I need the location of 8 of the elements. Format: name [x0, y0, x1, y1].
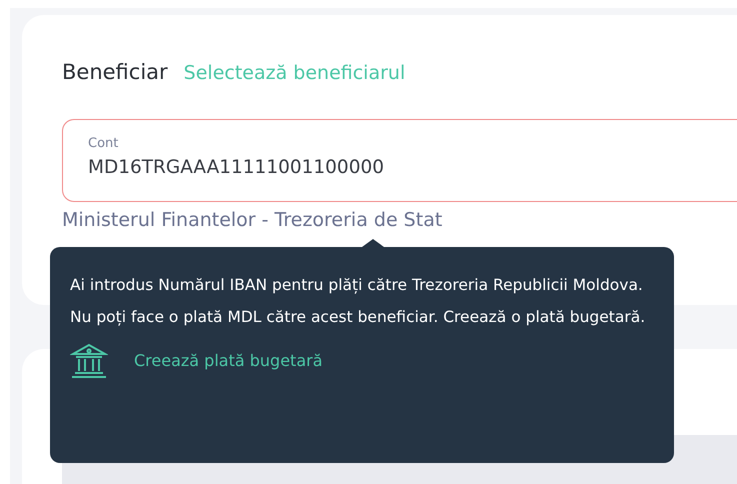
create-budget-payment-link[interactable]: Creează plată bugetară [134, 349, 323, 373]
field-label: Cont [88, 136, 120, 152]
field-value: MD16TRGAAA11111001100000 [88, 156, 386, 180]
bank-icon [70, 343, 108, 379]
section-title: Beneficiar [62, 59, 168, 86]
tooltip-message: Ai introdus Numărul IBAN pentru plăți către Trezoreria Republicii Moldova. Nu poți face o plată MDL către acest beneficiar. Creează o plată bugetară. [70, 275, 646, 328]
account-field[interactable]: Cont MD16TRGAAA11111001100000 [62, 118, 737, 202]
account-owner-text: Ministerul Finantelor - Trezoreria de Stat [62, 208, 444, 232]
